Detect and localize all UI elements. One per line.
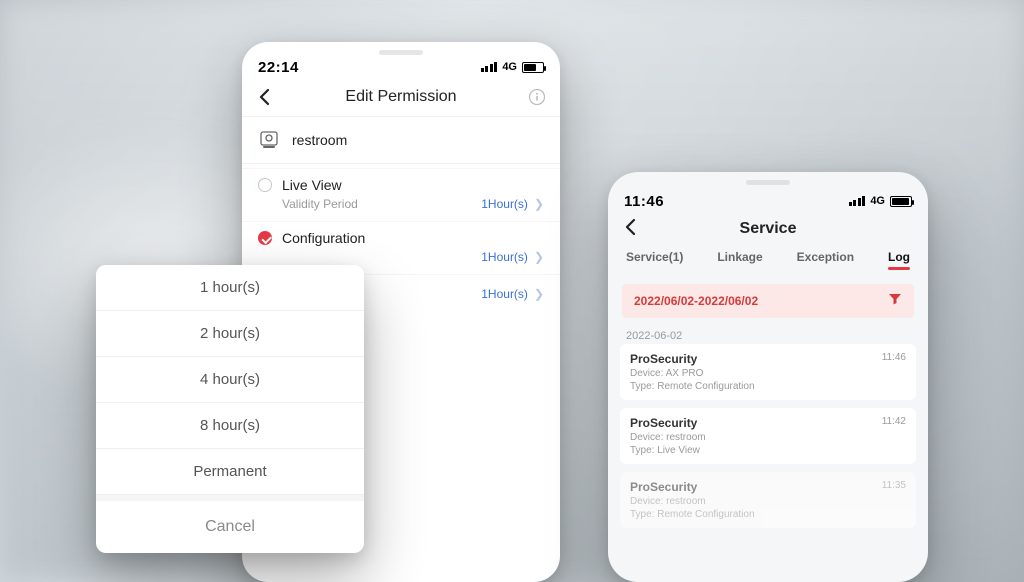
chevron-right-icon: ❯	[534, 197, 544, 211]
log-type: Type: Live View	[630, 445, 906, 456]
notch	[703, 172, 833, 196]
validity-value: 1Hour(s)	[481, 250, 528, 264]
back-button[interactable]	[622, 218, 640, 236]
log-time: 11:46	[882, 352, 906, 363]
sheet-option-2h[interactable]: 2 hour(s)	[96, 311, 364, 357]
permission-live-view[interactable]: Live View Validity Period 1Hour(s) ❯	[242, 168, 560, 221]
status-bar: 11:46 4G	[608, 172, 928, 216]
date-header: 2022-06-02	[608, 326, 928, 344]
nav-bar: Edit Permission	[242, 82, 560, 116]
sheet-option-permanent[interactable]: Permanent	[96, 449, 364, 495]
validity-value-button[interactable]: 1Hour(s) ❯	[481, 197, 544, 211]
network-label: 4G	[502, 61, 517, 73]
chevron-right-icon: ❯	[534, 250, 544, 264]
sheet-option-8h[interactable]: 8 hour(s)	[96, 403, 364, 449]
validity-value: 1Hour(s)	[481, 197, 528, 211]
sheet-option-4h[interactable]: 4 hour(s)	[96, 357, 364, 403]
status-time: 11:46	[624, 193, 664, 210]
permission-title: Configuration	[282, 230, 365, 246]
permission-title: Live View	[282, 177, 342, 193]
device-row[interactable]: restroom	[242, 116, 560, 164]
log-list: ProSecurity Device: AX PRO Type: Remote …	[608, 344, 928, 528]
tab-service[interactable]: Service(1)	[626, 250, 683, 270]
radio-unchecked-icon[interactable]	[258, 178, 272, 192]
status-bar: 22:14 4G	[242, 42, 560, 82]
log-time: 11:42	[882, 416, 906, 427]
validity-value-button[interactable]: 1Hour(s) ❯	[481, 250, 544, 264]
tab-exception[interactable]: Exception	[797, 250, 854, 270]
network-label: 4G	[870, 195, 885, 207]
filter-icon[interactable]	[888, 292, 902, 311]
status-indicators: 4G	[481, 61, 544, 73]
validity-value-button[interactable]: 1Hour(s) ❯	[481, 287, 544, 301]
log-item[interactable]: ProSecurity Device: restroom Type: Live …	[620, 408, 916, 464]
log-type: Type: Remote Configuration	[630, 381, 906, 392]
battery-icon	[522, 62, 544, 73]
sheet-option-1h[interactable]: 1 hour(s)	[96, 265, 364, 311]
tab-log[interactable]: Log	[888, 250, 910, 270]
duration-action-sheet: 1 hour(s) 2 hour(s) 4 hour(s) 8 hour(s) …	[96, 265, 364, 553]
signal-icon	[849, 196, 866, 206]
signal-icon	[481, 62, 498, 72]
page-title: Service	[740, 220, 797, 238]
status-indicators: 4G	[849, 195, 912, 207]
notch	[341, 42, 461, 62]
log-device: Device: restroom	[630, 496, 906, 507]
date-range: 2022/06/02-2022/06/02	[634, 294, 758, 308]
battery-icon	[890, 196, 912, 207]
back-button[interactable]	[256, 88, 274, 106]
sheet-cancel-button[interactable]: Cancel	[96, 495, 364, 553]
validity-label: Validity Period	[282, 197, 358, 211]
log-time: 11:35	[882, 480, 906, 491]
log-title: ProSecurity	[630, 480, 906, 494]
nav-bar: Service	[608, 216, 928, 246]
status-time: 22:14	[258, 59, 299, 76]
tab-linkage[interactable]: Linkage	[717, 250, 762, 270]
log-type: Type: Remote Configuration	[630, 509, 906, 520]
log-title: ProSecurity	[630, 416, 906, 430]
info-icon[interactable]	[528, 88, 546, 106]
page-title: Edit Permission	[345, 88, 456, 106]
device-name: restroom	[292, 132, 347, 148]
log-item[interactable]: ProSecurity Device: restroom Type: Remot…	[620, 472, 916, 528]
tab-bar: Service(1) Linkage Exception Log	[608, 246, 928, 276]
chevron-right-icon: ❯	[534, 287, 544, 301]
camera-icon	[258, 129, 280, 151]
log-title: ProSecurity	[630, 352, 906, 366]
date-filter-bar[interactable]: 2022/06/02-2022/06/02	[622, 284, 914, 318]
validity-value: 1Hour(s)	[481, 287, 528, 301]
radio-checked-icon[interactable]	[258, 231, 272, 245]
log-item[interactable]: ProSecurity Device: AX PRO Type: Remote …	[620, 344, 916, 400]
phone-service-log: 11:46 4G Service Service(1) Linkage Exce…	[608, 172, 928, 582]
log-device: Device: restroom	[630, 432, 906, 443]
log-device: Device: AX PRO	[630, 368, 906, 379]
